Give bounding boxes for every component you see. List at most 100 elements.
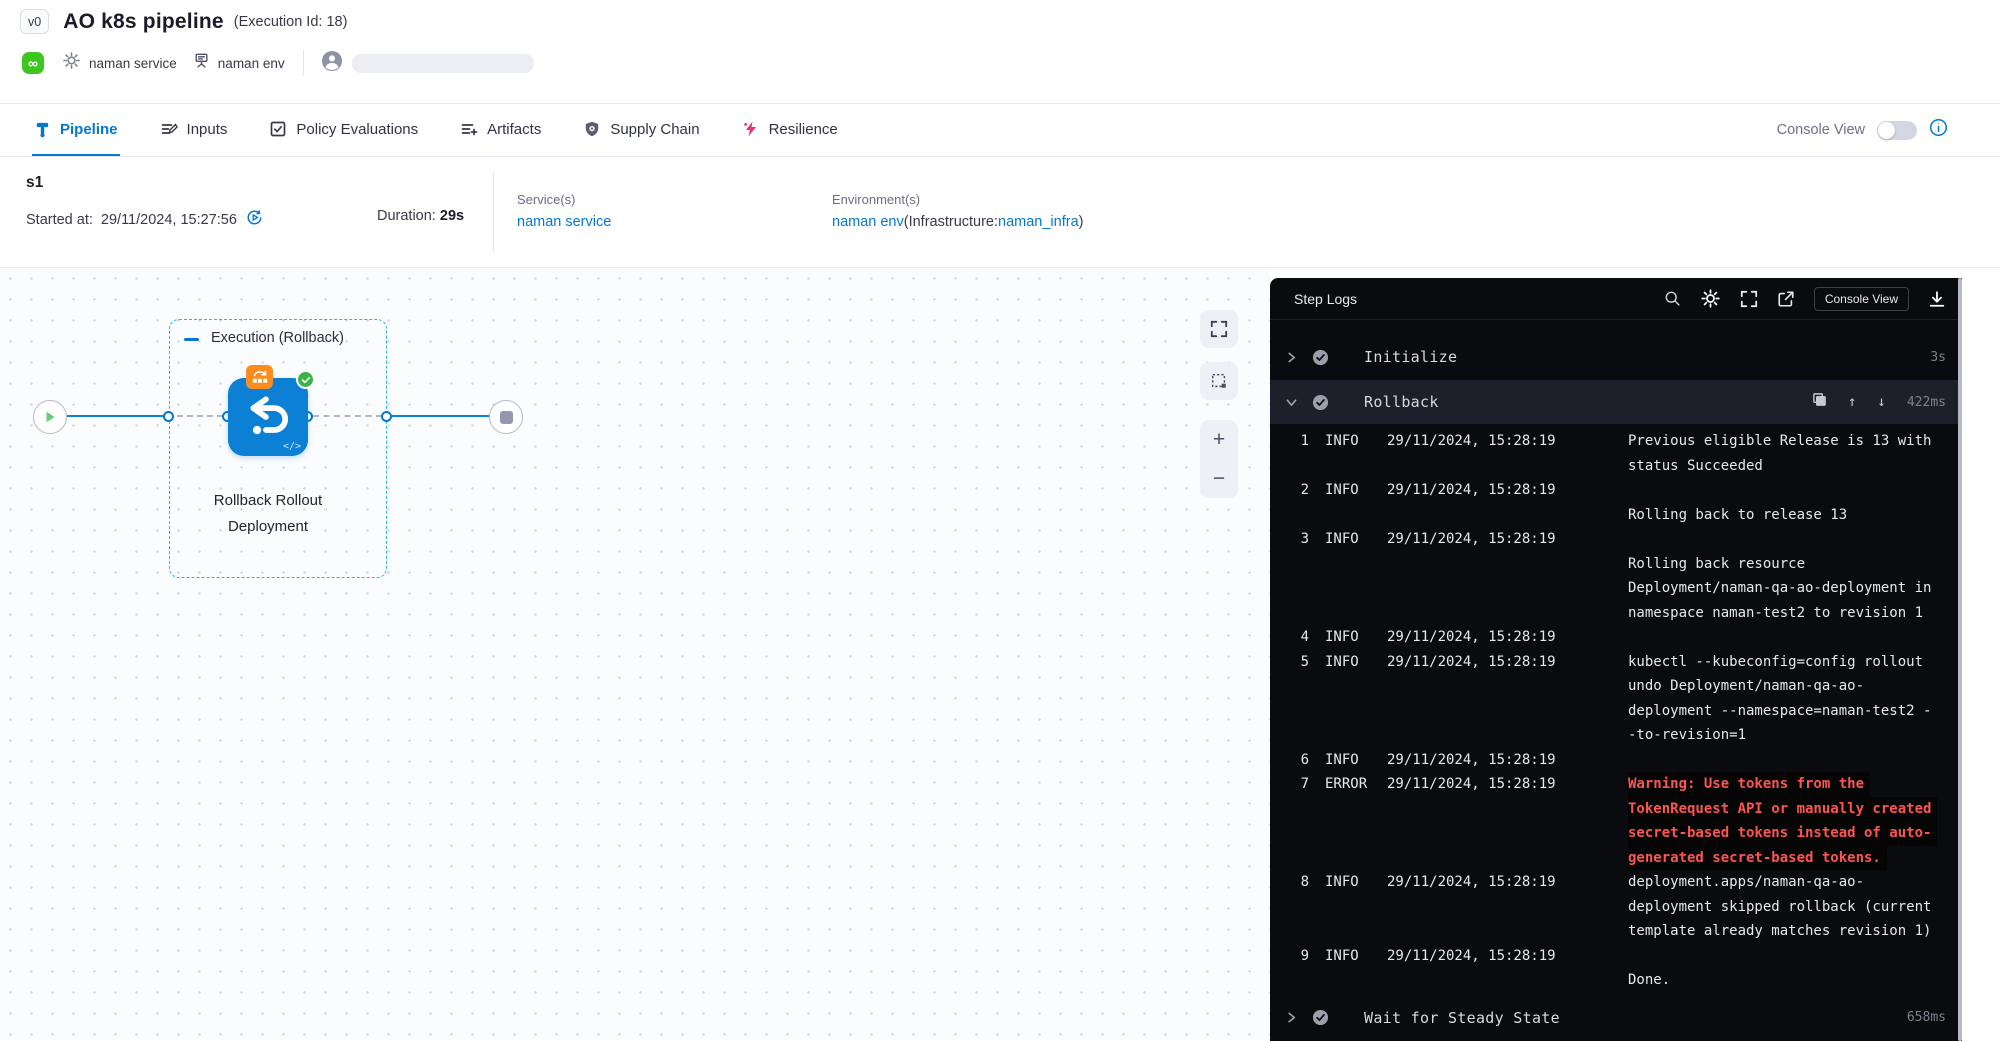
rerun-history-icon[interactable] [245,208,264,231]
multi-select-button[interactable] [1200,362,1238,400]
download-logs-icon[interactable] [1928,290,1946,308]
log-message-cell: namespace naman-test2 to revision 1 [1628,605,1954,621]
log-message-cell: Rolling back to release 13 [1628,507,1954,523]
step-logs-panel: Step Logs Console View [1270,278,1962,1041]
log-message-cell: deployment.apps/naman-qa-ao- [1628,874,1954,890]
scroll-down-icon[interactable]: ↓ [1877,394,1885,410]
console-view-toggle[interactable] [1877,121,1917,140]
policy-check-icon [269,120,287,138]
step-row-wait-for-steady-state[interactable]: Wait for Steady State 658ms [1270,995,1962,1041]
rollback-rollout-deployment-node[interactable]: </> [228,378,308,456]
log-line-number: 9 [1294,948,1309,964]
log-timestamp: 29/11/2024, 15:28:19 [1387,531,1572,547]
log-message: Warning: Use tokens from the [1628,772,1870,797]
started-value: 29/11/2024, 15:27:56 [101,212,237,228]
success-check-icon [1312,349,1329,366]
log-row: namespace naman-test2 to revision 1 [1270,601,1962,626]
infrastructure-link[interactable]: naman_infra [998,214,1079,230]
chevron-right-icon[interactable] [1286,352,1298,363]
infra-prefix: (Infrastructure: [904,214,998,230]
tab-policy-evaluations[interactable]: Policy Evaluations [267,104,420,156]
zoom-out-button[interactable]: − [1213,468,1225,489]
search-icon[interactable] [1664,290,1681,307]
copy-logs-icon[interactable] [1812,392,1827,412]
duration-label: Duration: [377,208,436,224]
log-level: INFO [1325,482,1375,498]
log-line-number: 1 [1294,433,1309,449]
step-duration: 422ms [1907,395,1946,410]
page-header: v0 AO k8s pipeline (Execution Id: 18) ∞ … [0,0,2000,103]
log-message: TokenRequest API or manually created [1628,797,1937,822]
services-column: Service(s) naman service [517,192,611,230]
log-row: template already matches revision 1) [1270,919,1962,944]
chevron-down-icon[interactable] [1286,397,1298,408]
log-row: secret-based tokens instead of auto- [1270,821,1962,846]
fullscreen-icon[interactable] [1740,290,1758,308]
log-message: kubectl --kubeconfig=config rollout [1628,654,1923,670]
execution-id: (Execution Id: 18) [234,14,348,30]
log-level: ERROR [1325,776,1375,792]
selection-box-icon [1210,372,1228,390]
zoom-in-button[interactable]: + [1213,429,1225,450]
log-message: Deployment/naman-qa-ao-deployment in [1628,580,1931,596]
step-row-rollback[interactable]: Rollback ↑ ↓ 422ms [1270,380,1962,424]
service-name[interactable]: naman service [89,56,177,71]
toggle-knob [1878,122,1895,139]
log-line-number: 8 [1294,874,1309,890]
log-level: INFO [1325,948,1375,964]
environments-column: Environment(s) naman env(Infrastructure:… [832,192,1083,230]
log-message: template already matches revision 1) [1628,923,1931,939]
step-logs-header: Step Logs Console View [1270,278,1962,320]
success-check-icon [296,370,315,389]
log-rows: 1 INFO 29/11/2024, 15:28:19 Previous eligib… [1270,424,1962,993]
pipeline-execution-page: v0 AO k8s pipeline (Execution Id: 18) ∞ … [0,0,2000,1041]
service-link[interactable]: naman service [517,214,611,230]
environment-name[interactable]: naman env [218,56,285,71]
tab-artifacts[interactable]: Artifacts [458,104,543,156]
scroll-up-icon[interactable]: ↑ [1848,394,1856,410]
log-row: 7ERROR29/11/2024, 15:28:19Warning: Use t… [1270,772,1962,797]
log-message: deployment --namespace=naman-test2 - [1628,703,1931,719]
rollback-arrow-icon [242,392,294,447]
open-in-new-tab-icon[interactable] [1777,290,1795,308]
log-settings-gear-icon[interactable] [1700,288,1721,309]
step-duration: 658ms [1907,1010,1946,1025]
step-name: Rollback [1364,393,1439,411]
collapse-group-icon[interactable] [184,338,199,341]
fit-to-screen-button[interactable] [1200,310,1238,348]
log-row: Done. [1270,968,1962,993]
log-timestamp: 29/11/2024, 15:28:19 [1387,433,1572,449]
tab-pipeline[interactable]: Pipeline [32,104,120,156]
info-icon[interactable] [1929,118,1948,142]
pipeline-canvas[interactable]: Execution (Rollback) </> Rollback Rollou… [0,268,1270,1041]
log-row: 8INFO29/11/2024, 15:28:19deployment.apps… [1270,870,1962,895]
tab-resilience[interactable]: Resilience [740,104,840,156]
log-line-number: 6 [1294,752,1309,768]
log-message-cell: generated secret-based tokens. [1628,846,1954,871]
step-row-initialize[interactable]: Initialize 3s [1270,334,1962,380]
log-message: Rolling back to release 13 [1628,507,1847,523]
log-timestamp: 29/11/2024, 15:28:19 [1387,874,1572,890]
success-check-icon [1312,1009,1329,1026]
log-scrollbar[interactable] [1958,278,1962,1041]
environment-link[interactable]: naman env [832,214,904,230]
log-message: Previous eligible Release is 13 with [1628,433,1931,449]
stage-summary-bar: s1 Started at: 29/11/2024, 15:27:56 Dura… [0,158,2000,268]
log-row: Rolling back to release 13 [1270,503,1962,528]
step-logs-title: Step Logs [1294,291,1357,307]
log-message-cell: Deployment/naman-qa-ao-deployment in [1628,580,1954,596]
version-badge[interactable]: v0 [20,9,49,34]
log-message-cell: -to-revision=1 [1628,727,1954,743]
duration: Duration: 29s [377,208,464,224]
stage-name[interactable]: s1 [26,174,43,192]
log-timestamp: 29/11/2024, 15:28:19 [1387,482,1572,498]
log-line-number: 5 [1294,654,1309,670]
log-message: deployment skipped rollback (current [1628,899,1931,915]
tab-inputs[interactable]: Inputs [158,104,230,156]
console-view-button[interactable]: Console View [1814,287,1909,311]
connector-dot [163,411,174,422]
tab-supply-chain[interactable]: Supply Chain [581,104,701,156]
chevron-right-icon[interactable] [1286,1012,1298,1023]
log-message-cell: secret-based tokens instead of auto- [1628,821,1954,846]
log-row: -to-revision=1 [1270,723,1962,748]
